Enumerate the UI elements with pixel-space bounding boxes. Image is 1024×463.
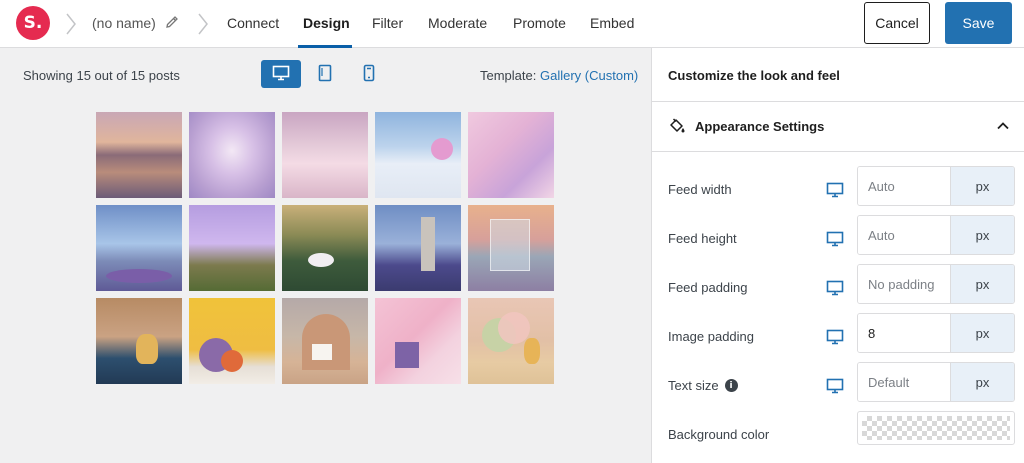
- desktop-icon: [272, 65, 290, 84]
- desktop-icon[interactable]: [826, 329, 844, 348]
- sidebar-header: Customize the look and feel: [652, 48, 1024, 102]
- text-size-field: px: [857, 362, 1015, 402]
- mobile-view-button[interactable]: [349, 60, 389, 88]
- post-thumbnail[interactable]: [96, 298, 182, 384]
- desktop-view-button[interactable]: [261, 60, 301, 88]
- background-color-picker[interactable]: [857, 411, 1015, 445]
- post-thumbnail[interactable]: [468, 205, 554, 291]
- post-thumbnail[interactable]: [468, 298, 554, 384]
- feed-width-field: px: [857, 166, 1015, 206]
- tablet-view-button[interactable]: [305, 60, 345, 88]
- post-thumbnail[interactable]: [189, 112, 275, 198]
- tab-promote[interactable]: Promote: [513, 15, 566, 31]
- post-thumbnail[interactable]: [375, 112, 461, 198]
- desktop-icon[interactable]: [826, 231, 844, 250]
- unit-label: px: [950, 314, 1014, 352]
- tab-moderate[interactable]: Moderate: [428, 15, 487, 31]
- post-thumbnail[interactable]: [375, 205, 461, 291]
- setting-label: Image padding: [668, 329, 754, 344]
- setting-label: Feed width: [668, 182, 732, 197]
- paint-bucket-icon: [668, 117, 686, 138]
- transparent-swatch: [862, 416, 1010, 440]
- app-logo[interactable]: S.: [16, 6, 50, 40]
- image-padding-field: px: [857, 313, 1015, 353]
- unit-label: px: [950, 265, 1014, 303]
- unit-label: px: [950, 167, 1014, 205]
- post-thumbnail[interactable]: [282, 112, 368, 198]
- setting-row-feed-height: Feed height px: [652, 215, 1024, 264]
- posts-count-text: Showing 15 out of 15 posts: [23, 68, 180, 83]
- setting-label: Feed padding: [668, 280, 748, 295]
- top-bar: S. (no name) Connect Design Filter Moder…: [0, 0, 1024, 48]
- customize-sidebar: Customize the look and feel Appearance S…: [651, 48, 1024, 463]
- image-padding-input[interactable]: [858, 314, 950, 352]
- tab-design[interactable]: Design: [303, 15, 350, 31]
- tab-filter[interactable]: Filter: [372, 15, 403, 31]
- setting-label-text: Feed width: [668, 182, 732, 197]
- setting-label-text: Feed height: [668, 231, 737, 246]
- chevron-up-icon[interactable]: [996, 119, 1010, 136]
- template-link[interactable]: Gallery (Custom): [540, 68, 638, 83]
- appearance-settings-toggle[interactable]: Appearance Settings: [652, 102, 1024, 152]
- feed-width-input[interactable]: [858, 167, 950, 205]
- feed-padding-field: px: [857, 264, 1015, 304]
- feed-preview: Showing 15 out of 15 posts Template: Gal…: [0, 48, 651, 463]
- feed-padding-input[interactable]: [858, 265, 950, 303]
- unit-label: px: [950, 216, 1014, 254]
- unit-label: px: [950, 363, 1014, 401]
- save-button[interactable]: Save: [945, 2, 1012, 44]
- setting-row-text-size: Text size i px: [652, 362, 1024, 411]
- feed-height-field: px: [857, 215, 1015, 255]
- post-thumbnail[interactable]: [96, 112, 182, 198]
- desktop-icon[interactable]: [826, 280, 844, 299]
- desktop-icon[interactable]: [826, 182, 844, 201]
- setting-row-feed-width: Feed width px: [652, 166, 1024, 215]
- info-icon[interactable]: i: [724, 379, 738, 392]
- template-info: Template: Gallery (Custom): [480, 68, 638, 83]
- desktop-icon[interactable]: [826, 378, 844, 397]
- setting-row-image-padding: Image padding px: [652, 313, 1024, 362]
- pencil-icon[interactable]: [164, 14, 180, 30]
- setting-label-text: Image padding: [668, 329, 755, 344]
- post-thumbnail[interactable]: [96, 205, 182, 291]
- post-thumbnail[interactable]: [189, 298, 275, 384]
- post-thumbnail[interactable]: [468, 112, 554, 198]
- chevron-right-icon: [196, 12, 210, 36]
- feed-height-input[interactable]: [858, 216, 950, 254]
- post-grid: [96, 112, 554, 384]
- chevron-right-icon: [64, 12, 78, 36]
- post-thumbnail[interactable]: [375, 298, 461, 384]
- tab-embed[interactable]: Embed: [590, 15, 634, 31]
- cancel-button[interactable]: Cancel: [864, 2, 930, 44]
- setting-row-feed-padding: Feed padding px: [652, 264, 1024, 313]
- setting-label-text: Feed padding: [668, 280, 748, 295]
- section-title: Appearance Settings: [695, 119, 825, 134]
- post-thumbnail[interactable]: [189, 205, 275, 291]
- setting-row-background-color: Background color: [652, 411, 1024, 460]
- template-label: Template:: [480, 68, 537, 83]
- tab-connect[interactable]: Connect: [227, 15, 279, 31]
- tablet-icon: [318, 64, 332, 85]
- post-thumbnail[interactable]: [282, 298, 368, 384]
- mobile-icon: [363, 64, 375, 85]
- text-size-input[interactable]: [858, 363, 950, 401]
- setting-label-text: Text size: [668, 378, 719, 393]
- sidebar-title: Customize the look and feel: [668, 68, 840, 83]
- setting-label: Text size i: [668, 378, 738, 393]
- post-thumbnail[interactable]: [282, 205, 368, 291]
- setting-label: Feed height: [668, 231, 737, 246]
- feed-name[interactable]: (no name): [92, 15, 156, 31]
- setting-label: Background color: [668, 427, 770, 442]
